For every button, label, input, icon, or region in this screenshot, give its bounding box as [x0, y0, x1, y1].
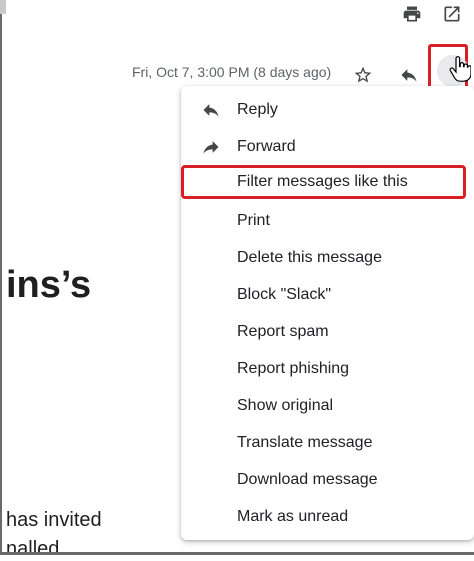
- menu-item-label: Report spam: [237, 323, 329, 340]
- email-heading: ins’s: [6, 264, 92, 306]
- menu-item-filter-messages[interactable]: Filter messages like this: [181, 165, 466, 199]
- print-icon[interactable]: [400, 2, 424, 26]
- menu-item-label: Print: [237, 212, 270, 229]
- menu-item-print[interactable]: Print: [181, 204, 470, 238]
- menu-item-reply[interactable]: Reply: [181, 93, 470, 127]
- menu-item-label: Filter messages like this: [237, 173, 408, 190]
- menu-item-show-original[interactable]: Show original: [181, 389, 470, 423]
- open-in-new-window-icon[interactable]: [440, 2, 464, 26]
- menu-item-label: Download message: [237, 471, 378, 488]
- menu-item-download[interactable]: Download message: [181, 463, 470, 497]
- menu-item-translate[interactable]: Translate message: [181, 426, 470, 460]
- hand-cursor-icon: [449, 56, 471, 82]
- menu-item-report-phishing[interactable]: Report phishing: [181, 352, 470, 386]
- menu-item-label: Forward: [237, 138, 296, 155]
- reply-icon[interactable]: [397, 63, 421, 87]
- menu-item-forward[interactable]: Forward: [181, 130, 470, 164]
- menu-item-mark-unread[interactable]: Mark as unread: [181, 500, 470, 534]
- window-corner-fragment: [0, 0, 6, 14]
- star-icon[interactable]: [351, 63, 375, 87]
- email-body-line-1: has invited: [6, 509, 102, 531]
- menu-item-label: Reply: [237, 101, 278, 118]
- forward-icon: [201, 137, 221, 157]
- menu-item-label: Block "Slack": [237, 286, 332, 303]
- left-frame-border: [0, 0, 2, 555]
- message-options-menu: Reply Forward Filter messages like this …: [181, 86, 474, 540]
- menu-item-label: Show original: [237, 397, 334, 414]
- reply-icon: [201, 100, 221, 120]
- menu-item-delete[interactable]: Delete this message: [181, 241, 470, 275]
- email-body-line-2: nalled: [6, 538, 60, 560]
- menu-item-label: Translate message: [237, 434, 373, 451]
- menu-item-report-spam[interactable]: Report spam: [181, 315, 470, 349]
- menu-item-label: Mark as unread: [237, 508, 349, 525]
- menu-item-label: Report phishing: [237, 360, 350, 377]
- menu-item-block-sender[interactable]: Block "Slack": [181, 278, 470, 312]
- menu-item-label: Delete this message: [237, 249, 382, 266]
- message-date: Fri, Oct 7, 3:00 PM (8 days ago): [132, 64, 332, 80]
